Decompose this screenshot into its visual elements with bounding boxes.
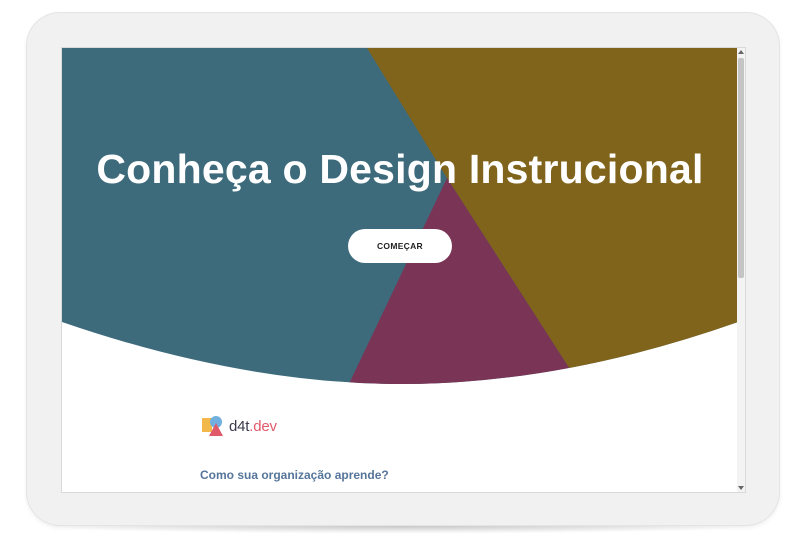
- scroll-thumb[interactable]: [738, 58, 744, 278]
- brand-name-main: d4t: [229, 417, 250, 435]
- scroll-down-arrow-icon[interactable]: [738, 486, 744, 490]
- scroll-up-arrow-icon[interactable]: [738, 50, 744, 54]
- hero-banner: Conheça o Design Instrucional COMEÇAR: [62, 48, 738, 388]
- brand-logo[interactable]: d4t.dev: [201, 414, 277, 438]
- brand-name-suffix: dev: [253, 417, 277, 435]
- hero-background: [62, 48, 738, 384]
- browser-viewport: Conheça o Design Instrucional COMEÇAR d4…: [61, 47, 746, 493]
- hero-title: Conheça o Design Instrucional: [96, 146, 704, 192]
- vertical-scrollbar[interactable]: [737, 48, 745, 492]
- section-question: Como sua organização aprende?: [200, 468, 389, 482]
- logo-mark-icon: [202, 416, 223, 436]
- brand-name: d4t.dev: [229, 418, 277, 435]
- start-button[interactable]: COMEÇAR: [348, 229, 452, 263]
